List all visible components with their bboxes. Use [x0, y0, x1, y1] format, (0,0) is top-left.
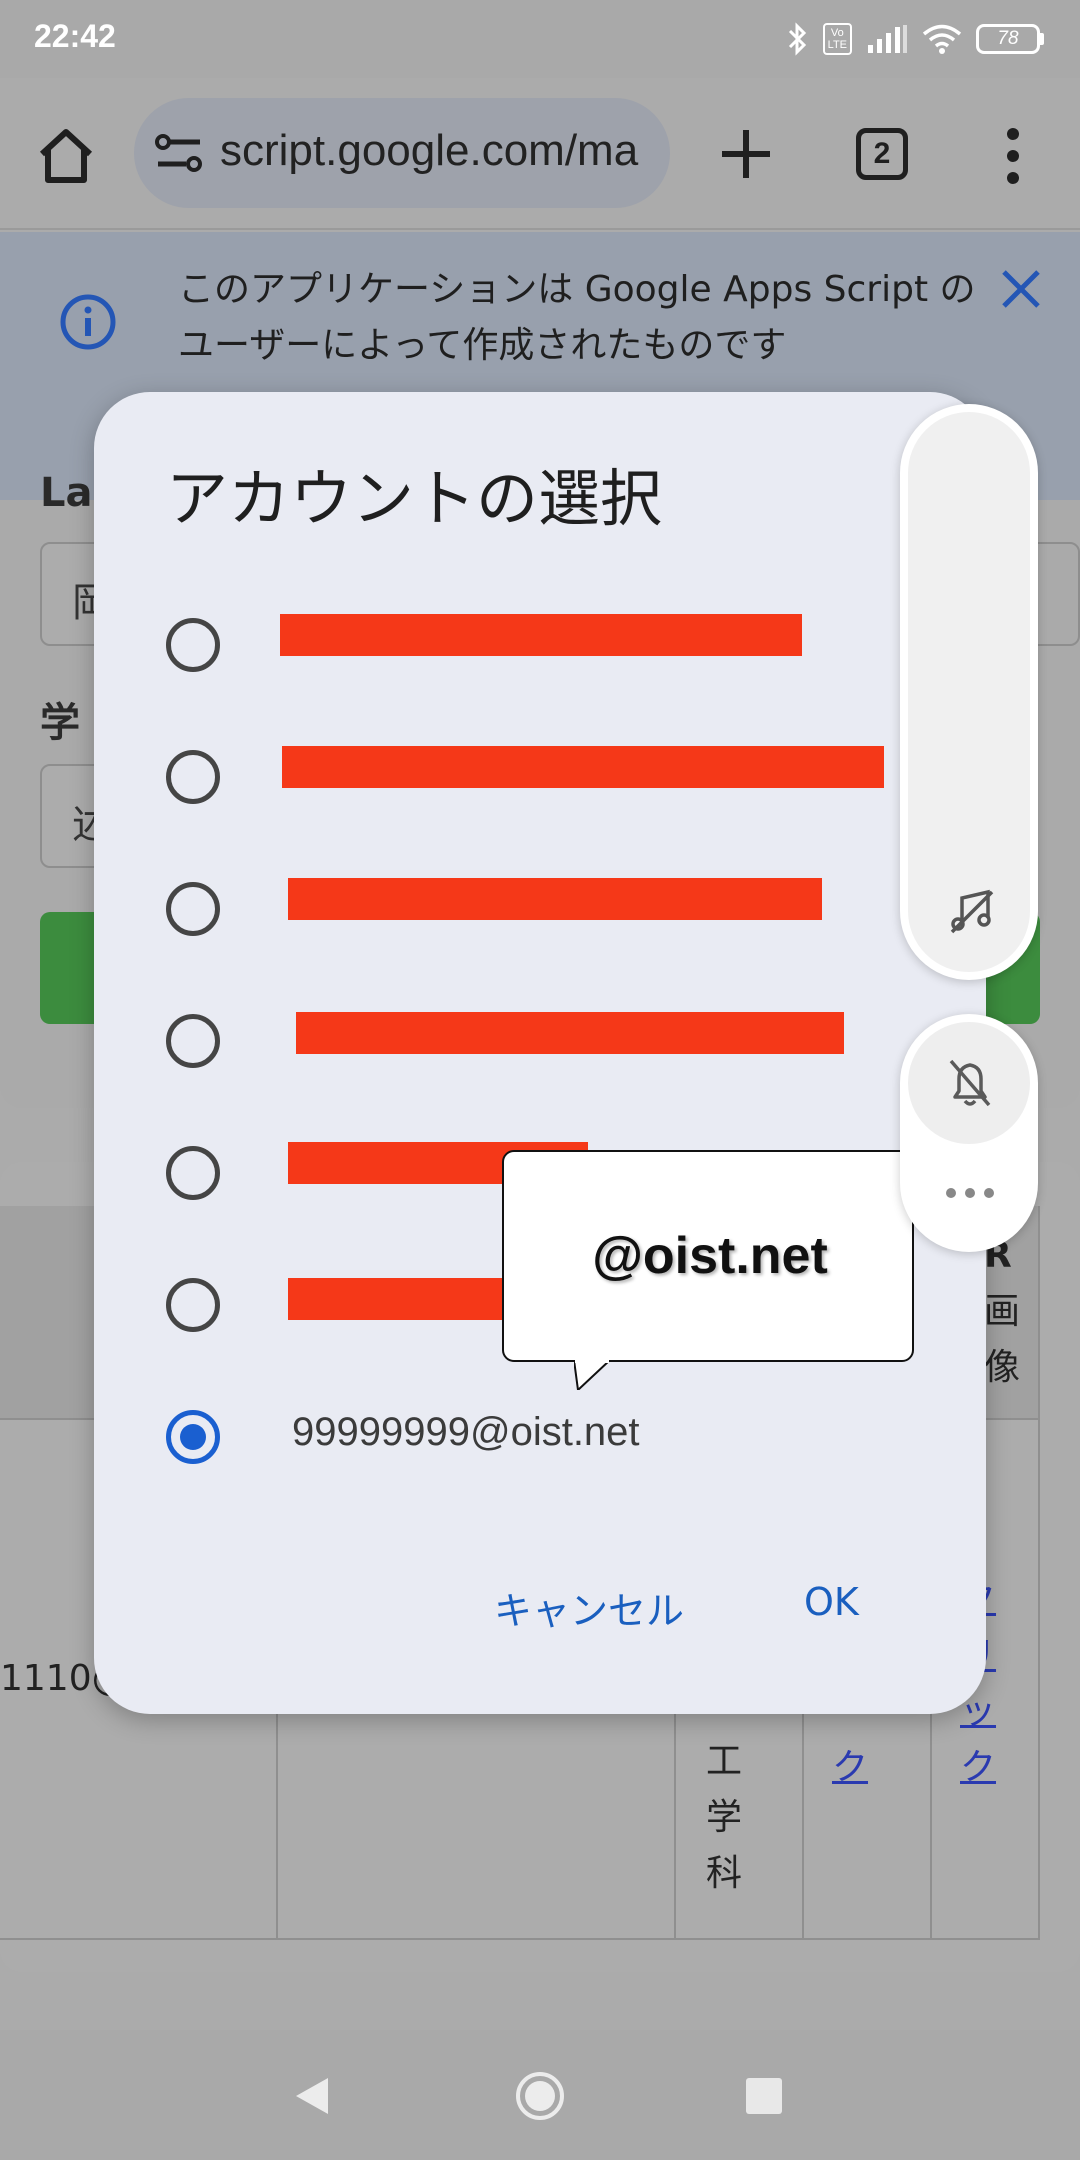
status-icons: Vo LTE 78 — [787, 18, 1044, 60]
home-icon[interactable] — [34, 124, 98, 188]
recents-icon[interactable] — [746, 2078, 782, 2114]
navigation-bar — [0, 2030, 1080, 2160]
account-option-1[interactable] — [94, 580, 986, 710]
battery-icon: 78 — [976, 24, 1044, 54]
bg-vertical-text: 工 学 科 — [706, 1741, 743, 1894]
more-vert-icon[interactable] — [994, 124, 1032, 188]
banner-text: このアプリケーションは Google Apps Script のユーザーによって… — [178, 269, 976, 366]
signal-icon — [868, 25, 907, 53]
more-horiz-icon[interactable] — [944, 1186, 996, 1200]
bg-label-1: La — [40, 470, 93, 516]
volte-icon: Vo LTE — [822, 23, 852, 55]
status-bar: 22:42 Vo LTE 78 — [0, 0, 1080, 78]
info-icon — [60, 294, 116, 350]
account-email: 99999999@oist.net — [292, 1410, 640, 1454]
battery-level: 78 — [976, 24, 1040, 54]
account-option-2[interactable] — [94, 712, 986, 842]
radio-button[interactable] — [166, 882, 220, 936]
callout-text: @oist.net — [592, 1227, 828, 1285]
bg-header-right: R 画 像 — [984, 1235, 1021, 1388]
bluetooth-icon — [788, 22, 806, 56]
dialog-title: アカウントの選択 — [166, 462, 663, 535]
clock: 22:42 — [34, 18, 116, 54]
bell-button[interactable] — [908, 1022, 1030, 1144]
cancel-button[interactable]: キャンセル — [494, 1580, 684, 1635]
url-text: script.google.com/ma — [220, 126, 639, 175]
account-chooser-dialog: アカウントの選択 99999999@oist.net キャンセル OK — [94, 392, 986, 1714]
bg-label-2: 学 — [40, 700, 80, 746]
account-option-4[interactable] — [94, 976, 986, 1106]
radio-button[interactable] — [166, 618, 220, 672]
home-circle-icon[interactable] — [514, 2070, 566, 2122]
radio-button[interactable] — [166, 1146, 220, 1200]
browser-toolbar: script.google.com/ma 2 — [0, 78, 1080, 230]
account-option-7[interactable]: 99999999@oist.net — [94, 1372, 986, 1502]
tabs-icon[interactable]: 2 — [856, 128, 908, 180]
radio-button[interactable] — [166, 1278, 220, 1332]
bg-link-1: ク — [832, 1747, 869, 1788]
floating-panel[interactable] — [900, 404, 1038, 980]
radio-button[interactable] — [166, 750, 220, 804]
bell-off-icon[interactable] — [945, 1057, 995, 1111]
wifi-icon — [922, 24, 962, 54]
back-icon[interactable] — [292, 2074, 332, 2118]
redaction-bar — [288, 878, 822, 920]
radio-button-selected[interactable] — [166, 1410, 220, 1464]
ok-button[interactable]: OK — [804, 1580, 859, 1624]
account-option-3[interactable] — [94, 844, 986, 974]
redaction-bar — [296, 1012, 844, 1054]
redaction-bar — [282, 746, 884, 788]
callout-tail — [574, 1360, 611, 1390]
radio-button[interactable] — [166, 1014, 220, 1068]
redaction-bar — [280, 614, 802, 656]
callout-bubble: @oist.net — [502, 1150, 914, 1362]
floating-panel-secondary[interactable] — [900, 1014, 1038, 1252]
tune-icon[interactable] — [154, 131, 204, 175]
plus-icon[interactable] — [716, 122, 776, 186]
music-off-icon[interactable] — [948, 888, 996, 936]
url-bar[interactable]: script.google.com/ma — [134, 98, 670, 208]
close-icon[interactable] — [998, 266, 1044, 312]
